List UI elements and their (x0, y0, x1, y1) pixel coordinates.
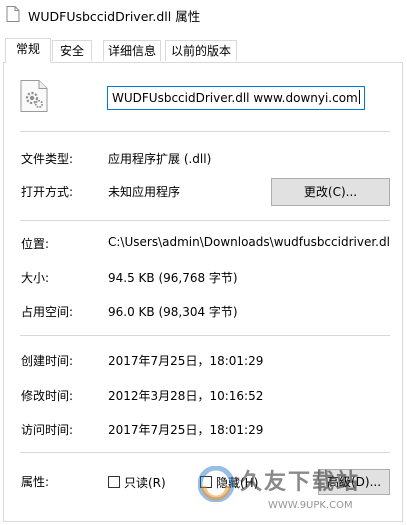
size-on-disk-label: 占用空间: (21, 305, 74, 319)
watermark-url: WWW.9UPK.COM (268, 500, 353, 511)
modified-label: 修改时间: (21, 389, 74, 403)
readonly-label[interactable]: 只读(R) (124, 474, 166, 491)
file-name-text: WUDFUsbccidDriver.dll www.downyi.com (112, 91, 358, 105)
change-button[interactable]: 更改(C)... (271, 178, 390, 206)
separator (20, 452, 390, 453)
watermark-text: 久友下载站 (240, 470, 361, 495)
accessed-value: 2017年7月25日，18:01:29 (108, 423, 264, 437)
separator (20, 220, 390, 221)
size-value: 94.5 KB (96,768 字节) (108, 271, 238, 285)
opens-with-label: 打开方式: (21, 185, 74, 199)
tab-details[interactable]: 详细信息 (103, 40, 161, 61)
watermark: 久友下载站 WWW.9UPK.COM (198, 462, 403, 522)
tab-general[interactable]: 常规 (5, 38, 51, 63)
location-label: 位置: (21, 237, 50, 251)
opens-with-value: 未知应用程序 (108, 185, 181, 199)
separator (20, 335, 390, 336)
file-type-label: 文件类型: (21, 152, 74, 166)
file-type-value: 应用程序扩展 (.dll) (108, 152, 212, 166)
readonly-checkbox[interactable] (108, 476, 120, 488)
size-label: 大小: (21, 271, 50, 285)
dll-gear-file-icon (20, 80, 48, 112)
title-bar[interactable]: WUDFUsbccidDriver.dll 属性 (0, 0, 407, 28)
text-caret (358, 90, 360, 104)
modified-value: 2012年3月28日，10:16:52 (108, 389, 264, 403)
file-icon (6, 6, 20, 22)
separator (20, 131, 390, 132)
tab-security[interactable]: 安全 (52, 40, 92, 61)
attributes-label: 属性: (21, 475, 50, 489)
window-title: WUDFUsbccidDriver.dll 属性 (28, 9, 201, 24)
tab-previous-versions[interactable]: 以前的版本 (165, 40, 237, 61)
size-on-disk-value: 96.0 KB (98,304 字节) (108, 305, 238, 319)
accessed-label: 访问时间: (21, 423, 74, 437)
file-name-input[interactable]: WUDFUsbccidDriver.dll www.downyi.com (107, 86, 365, 110)
location-value: C:\Users\admin\Downloads\wudfusbccidrive… (108, 235, 390, 249)
watermark-logo-icon (198, 466, 234, 502)
created-label: 创建时间: (21, 354, 74, 368)
created-value: 2017年7月25日，18:01:29 (108, 354, 264, 368)
